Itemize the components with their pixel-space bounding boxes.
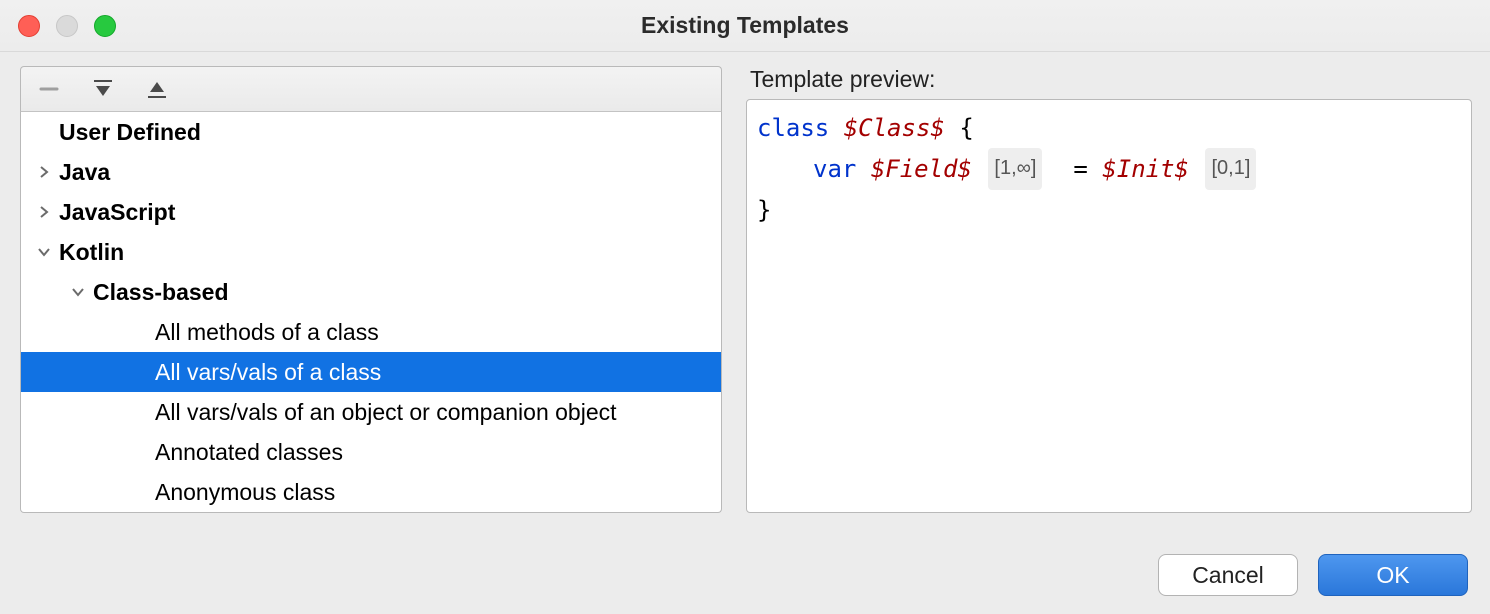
close-window-icon[interactable] bbox=[18, 15, 40, 37]
count-hint: [0,1] bbox=[1205, 148, 1256, 190]
tree-label: Annotated classes bbox=[149, 439, 343, 466]
tree-item[interactable]: Anonymous class bbox=[21, 472, 721, 512]
titlebar: Existing Templates bbox=[0, 0, 1490, 52]
tree-group[interactable]: Java bbox=[21, 152, 721, 192]
tree-item[interactable]: All vars/vals of an object or companion … bbox=[21, 392, 721, 432]
window-controls bbox=[18, 0, 116, 51]
keyword: var bbox=[813, 155, 856, 183]
chevron-down-icon[interactable] bbox=[69, 283, 87, 301]
template-preview: class $Class$ { var $Field$ [1,∞] = $Ini… bbox=[746, 99, 1472, 513]
template-var: $Field$ bbox=[871, 155, 972, 183]
collapse-all-icon[interactable] bbox=[143, 76, 171, 102]
template-toolbar bbox=[20, 66, 722, 112]
template-list-panel: User Defined Java JavaScript Kotlin Class-ba… bbox=[20, 66, 722, 513]
tree-label: All vars/vals of a class bbox=[149, 359, 381, 386]
tree-group[interactable]: User Defined bbox=[21, 112, 721, 152]
preview-line-3: } bbox=[757, 190, 1461, 230]
equals: = bbox=[1073, 155, 1087, 183]
tree-item[interactable]: All methods of a class bbox=[21, 312, 721, 352]
template-var: $Init$ bbox=[1102, 155, 1189, 183]
minimize-window-icon[interactable] bbox=[56, 15, 78, 37]
count-hint: [1,∞] bbox=[988, 148, 1042, 190]
keyword: class bbox=[757, 114, 829, 142]
remove-icon[interactable] bbox=[35, 76, 63, 102]
tree-group[interactable]: Class-based bbox=[21, 272, 721, 312]
brace-open: { bbox=[959, 114, 973, 142]
chevron-right-icon[interactable] bbox=[35, 203, 53, 221]
ok-button[interactable]: OK bbox=[1318, 554, 1468, 596]
chevron-right-icon[interactable] bbox=[35, 163, 53, 181]
dialog-buttons: Cancel OK bbox=[1158, 554, 1468, 596]
chevron-down-icon[interactable] bbox=[35, 243, 53, 261]
tree-group[interactable]: JavaScript bbox=[21, 192, 721, 232]
tree-item[interactable]: Annotated classes bbox=[21, 432, 721, 472]
arrow-spacer bbox=[35, 123, 53, 141]
tree-label: All vars/vals of an object or companion … bbox=[149, 399, 617, 426]
preview-label: Template preview: bbox=[750, 66, 1472, 93]
preview-panel: Template preview: class $Class$ { var $F… bbox=[746, 66, 1472, 513]
window-title: Existing Templates bbox=[641, 12, 849, 39]
template-tree[interactable]: User Defined Java JavaScript Kotlin Class-ba… bbox=[20, 112, 722, 513]
preview-line-1: class $Class$ { bbox=[757, 108, 1461, 148]
tree-label: Anonymous class bbox=[149, 479, 335, 506]
tree-label: User Defined bbox=[53, 119, 201, 146]
tree-item[interactable]: All vars/vals of a class bbox=[21, 352, 721, 392]
template-var: $Class$ bbox=[844, 114, 945, 142]
tree-group[interactable]: Kotlin bbox=[21, 232, 721, 272]
zoom-window-icon[interactable] bbox=[94, 15, 116, 37]
dialog-content: User Defined Java JavaScript Kotlin Class-ba… bbox=[0, 52, 1490, 513]
preview-line-2: var $Field$ [1,∞] = $Init$ [0,1] bbox=[757, 148, 1461, 190]
cancel-button[interactable]: Cancel bbox=[1158, 554, 1298, 596]
tree-label: Java bbox=[53, 159, 110, 186]
tree-label: JavaScript bbox=[53, 199, 175, 226]
tree-label: Class-based bbox=[87, 279, 229, 306]
tree-label: Kotlin bbox=[53, 239, 124, 266]
tree-label: All methods of a class bbox=[149, 319, 379, 346]
expand-all-icon[interactable] bbox=[89, 76, 117, 102]
